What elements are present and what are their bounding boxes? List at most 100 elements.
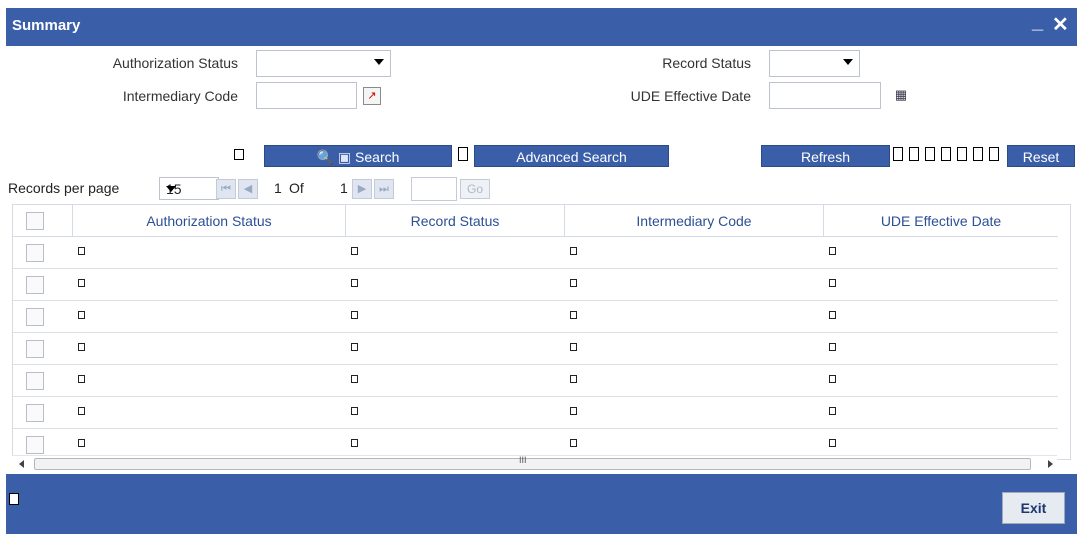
minimize-icon[interactable]: _ bbox=[1032, 11, 1043, 34]
table-cell bbox=[351, 439, 358, 447]
refresh-button[interactable]: Refresh bbox=[761, 145, 890, 167]
placeholder-glyph bbox=[458, 147, 468, 161]
table-cell bbox=[351, 343, 358, 351]
vertical-scrollbar[interactable] bbox=[1070, 205, 1071, 460]
row-checkbox[interactable] bbox=[26, 436, 44, 454]
dropdown-arrow-icon bbox=[374, 59, 384, 65]
total-pages: 1 bbox=[340, 180, 348, 196]
table-cell bbox=[829, 407, 836, 415]
placeholder-glyph bbox=[973, 147, 983, 161]
row-checkbox[interactable] bbox=[26, 404, 44, 422]
calendar-icon[interactable]: ▦ bbox=[892, 86, 910, 104]
authorization-status-select[interactable] bbox=[256, 50, 391, 77]
table-cell bbox=[570, 279, 577, 287]
current-page: 1 bbox=[274, 180, 282, 196]
placeholder-glyph bbox=[9, 493, 19, 505]
table-cell bbox=[570, 311, 577, 319]
table-cell bbox=[78, 407, 85, 415]
table-cell bbox=[351, 279, 358, 287]
dropdown-arrow-icon bbox=[843, 59, 853, 65]
ude-effective-date-input[interactable] bbox=[769, 82, 881, 109]
reset-button[interactable]: Reset bbox=[1007, 145, 1075, 167]
table-cell bbox=[351, 407, 358, 415]
table-cell bbox=[78, 343, 85, 351]
table-cell bbox=[351, 247, 358, 255]
column-header-record-status[interactable]: Record Status bbox=[346, 205, 565, 237]
table-cell bbox=[78, 279, 85, 287]
advanced-search-button[interactable]: Advanced Search bbox=[474, 145, 669, 167]
prev-page-icon[interactable]: ◀ bbox=[238, 179, 258, 199]
placeholder-glyph bbox=[941, 147, 951, 161]
table-row[interactable] bbox=[13, 397, 1058, 429]
dropdown-arrow-icon bbox=[166, 186, 176, 192]
scroll-left-icon[interactable] bbox=[19, 460, 24, 468]
table-cell bbox=[570, 247, 577, 255]
table-cell bbox=[829, 279, 836, 287]
column-header-intermediary-code[interactable]: Intermediary Code bbox=[565, 205, 824, 237]
table-cell bbox=[829, 439, 836, 447]
title-bar: Summary _ ✕ bbox=[6, 8, 1077, 46]
intermediary-code-input[interactable] bbox=[256, 82, 357, 109]
row-checkbox[interactable] bbox=[26, 244, 44, 262]
exit-button[interactable]: Exit bbox=[1002, 492, 1065, 524]
table-cell bbox=[351, 311, 358, 319]
table-cell bbox=[570, 343, 577, 351]
row-checkbox[interactable] bbox=[26, 340, 44, 358]
footer-bar: Exit bbox=[6, 474, 1077, 534]
row-checkbox[interactable] bbox=[26, 372, 44, 390]
table-cell bbox=[570, 407, 577, 415]
table-cell bbox=[78, 311, 85, 319]
column-header-ude-effective-date[interactable]: UDE Effective Date bbox=[824, 205, 1058, 237]
scroll-right-icon[interactable] bbox=[1048, 460, 1053, 468]
table-cell bbox=[78, 375, 85, 383]
go-to-page-input[interactable] bbox=[411, 177, 457, 201]
table-row[interactable] bbox=[13, 365, 1058, 397]
close-icon[interactable]: ✕ bbox=[1052, 12, 1069, 37]
table-row[interactable] bbox=[13, 301, 1058, 333]
table-row[interactable] bbox=[13, 237, 1058, 269]
next-page-icon[interactable]: ▶ bbox=[352, 179, 372, 199]
record-status-select[interactable] bbox=[769, 50, 860, 77]
of-label: Of bbox=[289, 180, 304, 196]
horizontal-scroll-thumb[interactable] bbox=[34, 458, 1031, 470]
window-title: Summary bbox=[12, 17, 81, 34]
authorization-status-label: Authorization Status bbox=[112, 55, 238, 71]
table-row[interactable] bbox=[13, 269, 1058, 301]
records-per-page-label: Records per page bbox=[8, 180, 120, 196]
placeholder-glyph bbox=[957, 147, 967, 161]
row-checkbox[interactable] bbox=[26, 276, 44, 294]
placeholder-glyph bbox=[989, 147, 999, 161]
search-button-label: Search bbox=[355, 149, 400, 165]
table-header: Authorization Status Record Status Inter… bbox=[13, 205, 1058, 237]
intermediary-code-label: Intermediary Code bbox=[122, 88, 238, 104]
row-checkbox[interactable] bbox=[26, 308, 44, 326]
table-cell bbox=[570, 439, 577, 447]
search-icon: 🔍 ▣ bbox=[316, 149, 352, 165]
record-status-label: Record Status bbox=[662, 55, 751, 71]
table-cell bbox=[78, 247, 85, 255]
table-cell bbox=[570, 375, 577, 383]
select-all-cell bbox=[13, 205, 73, 237]
table-cell bbox=[829, 311, 836, 319]
records-per-page-select[interactable]: 15 bbox=[159, 177, 219, 200]
table-cell bbox=[829, 247, 836, 255]
select-all-checkbox[interactable] bbox=[26, 212, 44, 230]
first-page-icon[interactable]: ⏮ bbox=[216, 179, 236, 199]
horizontal-scrollbar[interactable]: III bbox=[12, 455, 1057, 472]
lov-picker-icon[interactable]: ↗ bbox=[363, 87, 381, 105]
placeholder-glyph bbox=[893, 147, 903, 161]
table-row[interactable] bbox=[13, 333, 1058, 365]
table-cell bbox=[351, 375, 358, 383]
column-header-authorization-status[interactable]: Authorization Status bbox=[73, 205, 346, 237]
results-table: Authorization Status Record Status Inter… bbox=[12, 204, 1071, 460]
placeholder-glyph bbox=[234, 149, 244, 160]
table-cell bbox=[78, 439, 85, 447]
table-cell bbox=[829, 343, 836, 351]
ude-effective-date-label: UDE Effective Date bbox=[630, 88, 751, 104]
placeholder-glyph bbox=[925, 147, 935, 161]
placeholder-glyph bbox=[909, 147, 919, 161]
search-button[interactable]: 🔍 ▣ Search bbox=[264, 145, 452, 167]
last-page-icon[interactable]: ⏭ bbox=[374, 179, 394, 199]
go-button[interactable]: Go bbox=[460, 179, 490, 199]
scroll-grip-icon: III bbox=[519, 455, 527, 465]
